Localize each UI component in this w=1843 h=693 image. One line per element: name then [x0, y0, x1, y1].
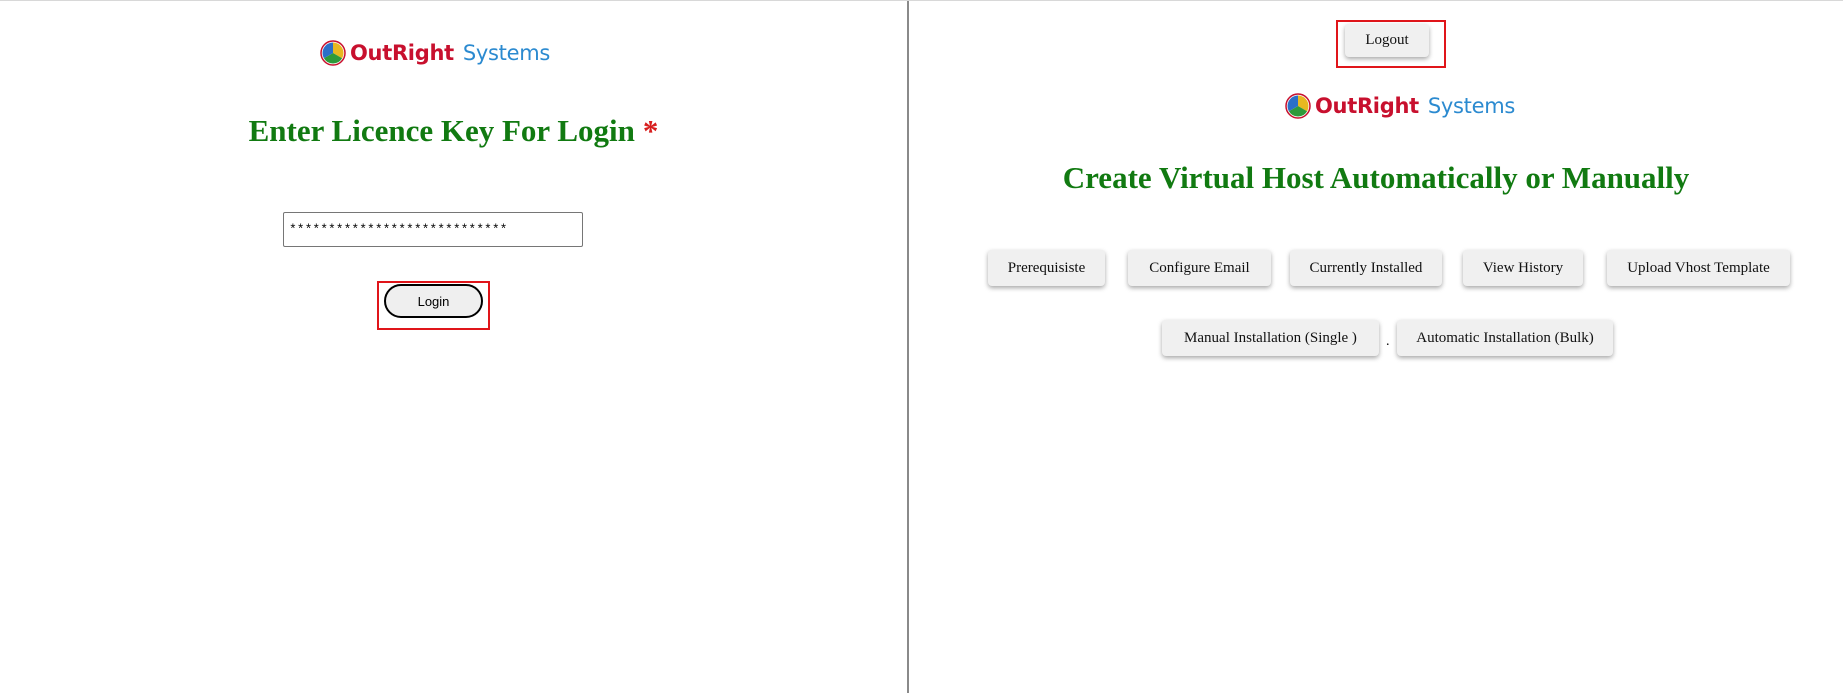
dashboard-panel: Logout OutRight Systems Create Virtual Ho… [909, 1, 1843, 693]
brand-logo: OutRight Systems [320, 40, 550, 66]
page: OutRight Systems Enter Licence Key For Lo… [0, 0, 1843, 693]
login-button[interactable]: Login [384, 284, 483, 318]
login-heading: Enter Licence Key For Login * [0, 113, 907, 149]
logo-word-outright: OutRight [350, 41, 454, 65]
logo-word-systems: Systems [462, 41, 550, 65]
logo-word-outright: OutRight [1315, 94, 1419, 118]
logo-word-systems: Systems [1427, 94, 1515, 118]
brand-logo: OutRight Systems [1285, 93, 1515, 119]
logout-button[interactable]: Logout [1345, 24, 1429, 57]
login-panel: OutRight Systems Enter Licence Key For Lo… [0, 1, 907, 693]
upload-vhost-template-button[interactable]: Upload Vhost Template [1607, 250, 1790, 286]
configure-email-button[interactable]: Configure Email [1128, 250, 1271, 286]
currently-installed-button[interactable]: Currently Installed [1290, 250, 1442, 286]
licence-key-input[interactable] [283, 212, 583, 247]
button-separator: . [1386, 334, 1390, 349]
manual-installation-button[interactable]: Manual Installation (Single ) [1162, 320, 1379, 356]
dashboard-heading: Create Virtual Host Automatically or Man… [1062, 160, 1690, 195]
logo-globe-icon [1285, 93, 1311, 119]
prerequisite-button[interactable]: Prerequisiste [988, 250, 1105, 286]
automatic-installation-button[interactable]: Automatic Installation (Bulk) [1397, 320, 1613, 356]
required-mark: * [642, 113, 659, 148]
login-heading-text: Enter Licence Key For Login [248, 113, 635, 148]
logo-globe-icon [320, 40, 346, 66]
view-history-button[interactable]: View History [1463, 250, 1583, 286]
